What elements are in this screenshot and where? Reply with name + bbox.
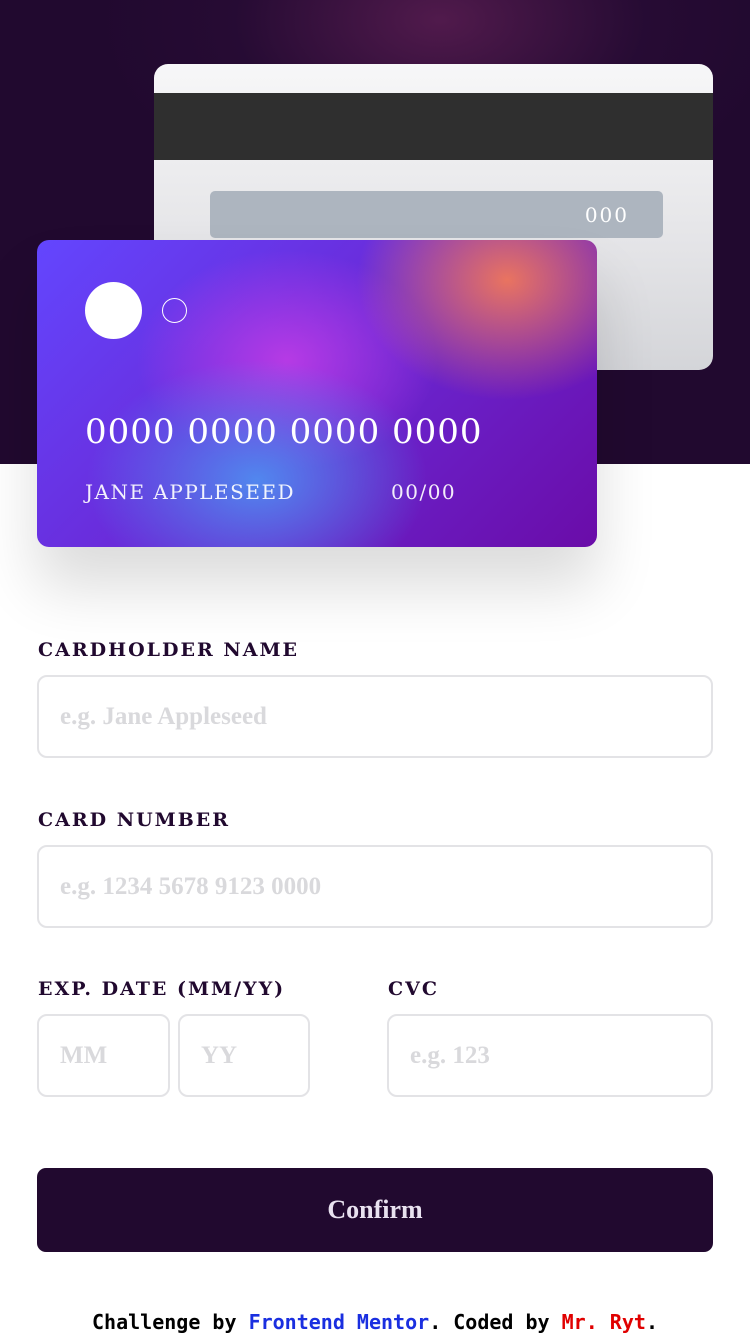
attribution-end: .	[645, 1310, 658, 1334]
frontend-mentor-link[interactable]: Frontend Mentor	[249, 1310, 430, 1334]
exp-month-input[interactable]	[37, 1014, 170, 1097]
attribution-coded-text: . Coded by	[429, 1310, 562, 1334]
exp-date-label: EXP. DATE (MM/YY)	[38, 978, 286, 1000]
magnetic-stripe	[154, 93, 713, 160]
card-logo-outline-circle-icon	[162, 298, 187, 323]
cvc-label: CVC	[388, 978, 439, 1000]
cvc-input[interactable]	[387, 1014, 713, 1097]
card-back-cvc: 000	[584, 203, 629, 227]
card-front: 0000 0000 0000 0000 JANE APPLESEED 00/00	[37, 240, 597, 547]
card-logo-filled-circle-icon	[85, 282, 142, 339]
card-number-input[interactable]	[37, 845, 713, 928]
author-link[interactable]: Mr. Ryt	[562, 1310, 646, 1334]
card-number-label: CARD NUMBER	[38, 809, 231, 831]
card-front-number: 0000 0000 0000 0000	[85, 412, 483, 452]
cardholder-name-label: CARDHOLDER NAME	[38, 639, 299, 661]
attribution-footer: Challenge by Frontend Mentor. Coded by M…	[0, 1310, 750, 1334]
card-front-name: JANE APPLESEED	[85, 480, 296, 504]
attribution-challenge-text: Challenge by	[92, 1310, 249, 1334]
cardholder-name-input[interactable]	[37, 675, 713, 758]
confirm-button[interactable]: Confirm	[37, 1168, 713, 1252]
card-front-expiry: 00/00	[391, 480, 457, 504]
exp-year-input[interactable]	[178, 1014, 310, 1097]
